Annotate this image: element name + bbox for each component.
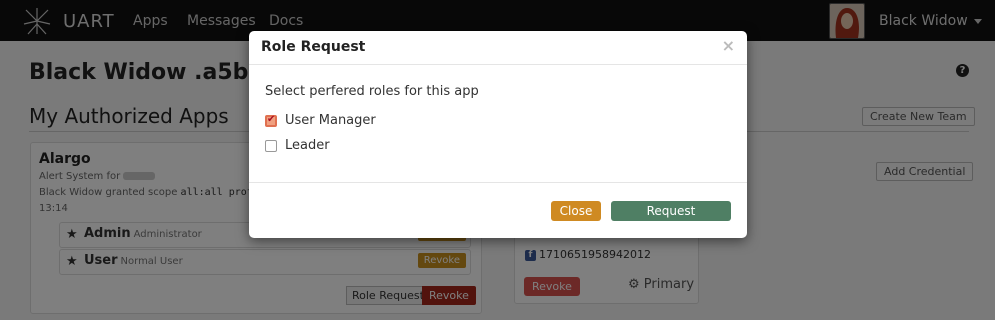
- modal-footer-divider: [249, 182, 747, 183]
- modal-title: Role Request: [261, 39, 366, 55]
- modal-prompt: Select perfered roles for this app: [265, 84, 479, 99]
- option-label: Leader: [285, 138, 330, 153]
- close-icon[interactable]: ×: [722, 36, 735, 55]
- modal-header-divider: [249, 64, 747, 65]
- request-button[interactable]: Request: [611, 201, 731, 221]
- option-label: User Manager: [285, 113, 376, 128]
- role-request-modal: Role Request × Select perfered roles for…: [249, 31, 747, 238]
- checkbox-checked[interactable]: [265, 114, 277, 127]
- checkbox-unchecked[interactable]: [265, 140, 277, 152]
- close-button[interactable]: Close: [551, 201, 601, 221]
